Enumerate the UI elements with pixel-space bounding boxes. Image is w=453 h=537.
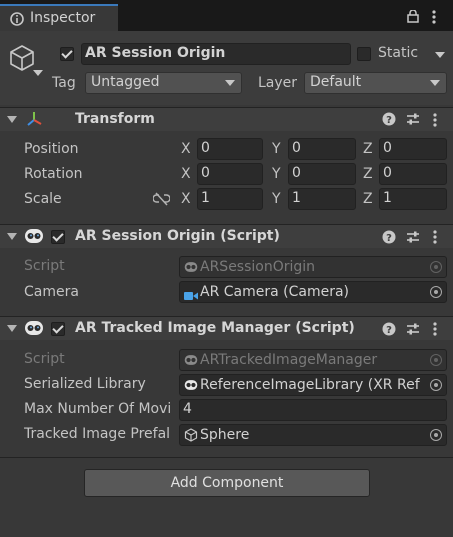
static-dropdown-icon[interactable] <box>435 52 445 58</box>
position-y-label[interactable]: Y <box>272 141 281 157</box>
library-asset-icon <box>184 378 198 395</box>
image-manager-help-icon[interactable]: ? <box>382 322 396 340</box>
rotation-label: Rotation <box>24 166 83 182</box>
tag-dropdown[interactable]: Untagged <box>85 72 242 94</box>
kebab-menu-icon[interactable] <box>432 10 436 28</box>
position-y-field[interactable]: 0 <box>288 138 356 160</box>
position-z-label[interactable]: Z <box>363 141 373 157</box>
tab-inspector[interactable]: Inspector <box>0 4 118 31</box>
image-manager-title: AR Tracked Image Manager (Script) <box>75 320 355 336</box>
gameobject-name-field[interactable]: AR Session Origin <box>81 43 351 65</box>
max-moving-images-field[interactable]: 4 <box>179 399 447 421</box>
scale-z-field[interactable]: 1 <box>379 188 447 210</box>
rotation-z-field[interactable]: 0 <box>379 163 447 185</box>
tab-title: Inspector <box>30 10 96 26</box>
image-manager-foldout-icon[interactable] <box>7 325 17 332</box>
position-z-field[interactable]: 0 <box>379 138 447 160</box>
image-manager-enabled-toggle[interactable] <box>51 322 65 336</box>
icon-dropdown-icon[interactable] <box>33 70 43 76</box>
rotation-x-label[interactable]: X <box>181 166 191 182</box>
script-file-icon <box>184 260 198 277</box>
lock-icon[interactable] <box>407 9 419 27</box>
camera-value: AR Camera (Camera) <box>200 284 350 300</box>
rotation-z-label[interactable]: Z <box>363 166 373 182</box>
scale-z-label[interactable]: Z <box>363 191 373 207</box>
inspector-icon <box>10 12 24 26</box>
help-icon[interactable]: ? <box>382 112 396 130</box>
tracked-image-prefab-picker-icon[interactable] <box>430 429 442 441</box>
image-manager-script-label: Script <box>24 351 65 367</box>
position-x-label[interactable]: X <box>181 141 191 157</box>
session-script-label: Script <box>24 258 65 274</box>
transform-title: Transform <box>75 111 155 127</box>
max-moving-images-label: Max Number Of Movi <box>24 401 172 417</box>
component-menu-icon[interactable] <box>433 113 437 131</box>
tag-label: Tag <box>52 75 76 91</box>
rotation-y-field[interactable]: 0 <box>288 163 356 185</box>
image-manager-preset-icon[interactable] <box>406 322 420 340</box>
session-origin-help-icon[interactable]: ? <box>382 230 396 248</box>
session-script-picker-icon <box>430 261 442 273</box>
serialized-library-picker-icon[interactable] <box>430 379 442 391</box>
image-manager-script-picker-icon <box>430 354 442 366</box>
layer-label: Layer <box>258 75 298 91</box>
session-script-value: ARSessionOrigin <box>200 259 316 275</box>
gameobject-cube-icon[interactable] <box>8 44 36 76</box>
serialized-library-value: ReferenceImageLibrary (XR Ref <box>200 377 420 393</box>
session-origin-title: AR Session Origin (Script) <box>75 228 280 244</box>
rotation-x-field[interactable]: 0 <box>197 163 263 185</box>
add-component-button[interactable]: Add Component <box>84 469 370 497</box>
session-script-field: ARSessionOrigin <box>179 256 447 278</box>
session-origin-preset-icon[interactable] <box>406 230 420 248</box>
camera-picker-icon[interactable] <box>430 286 442 298</box>
serialized-library-field[interactable]: ReferenceImageLibrary (XR Ref <box>179 374 447 396</box>
rotation-y-label[interactable]: Y <box>272 166 281 182</box>
position-x-field[interactable]: 0 <box>197 138 263 160</box>
transform-header[interactable]: Transform ? <box>0 107 453 131</box>
unlink-scale-icon[interactable] <box>152 192 171 210</box>
tracked-image-prefab-field[interactable]: Sphere <box>179 424 447 446</box>
scale-x-label[interactable]: X <box>181 191 191 207</box>
session-origin-menu-icon[interactable] <box>433 230 437 248</box>
camera-field[interactable]: AR Camera (Camera) <box>179 281 447 303</box>
layer-dropdown[interactable]: Default <box>304 72 447 94</box>
image-manager-header[interactable]: AR Tracked Image Manager (Script) ? <box>0 316 453 340</box>
image-manager-script-field: ARTrackedImageManager <box>179 349 447 371</box>
static-label: Static <box>378 45 419 61</box>
transform-foldout-icon[interactable] <box>7 116 17 123</box>
svg-text:?: ? <box>386 325 392 336</box>
image-manager-script-file-icon <box>184 353 198 370</box>
components-end-divider <box>0 457 453 458</box>
active-toggle[interactable] <box>60 47 74 61</box>
image-manager-menu-icon[interactable] <box>433 322 437 340</box>
session-origin-enabled-toggle[interactable] <box>51 230 65 244</box>
camera-icon <box>184 287 198 302</box>
preset-icon[interactable] <box>406 112 420 130</box>
scale-y-label[interactable]: Y <box>272 191 281 207</box>
static-toggle[interactable] <box>357 47 371 61</box>
prefab-cube-icon <box>184 428 198 445</box>
scale-y-field[interactable]: 1 <box>288 188 356 210</box>
scale-x-field[interactable]: 1 <box>197 188 263 210</box>
svg-text:?: ? <box>386 115 392 126</box>
script-component-icon <box>24 228 44 248</box>
tag-chevron-down-icon <box>225 80 235 86</box>
transform-axes-icon <box>25 110 43 132</box>
tracked-image-prefab-label: Tracked Image Prefal <box>24 426 171 442</box>
position-label: Position <box>24 141 79 157</box>
camera-label: Camera <box>24 284 79 300</box>
scale-label: Scale <box>24 191 62 207</box>
image-manager-script-value: ARTrackedImageManager <box>200 352 378 368</box>
svg-text:?: ? <box>386 233 392 244</box>
image-manager-script-icon <box>24 320 44 340</box>
layer-chevron-down-icon <box>430 80 440 86</box>
tag-value: Untagged <box>91 74 160 90</box>
tracked-image-prefab-value: Sphere <box>200 427 250 443</box>
session-origin-foldout-icon[interactable] <box>7 233 17 240</box>
layer-value: Default <box>310 74 362 90</box>
serialized-library-label: Serialized Library <box>24 376 146 392</box>
session-origin-header[interactable]: AR Session Origin (Script) ? <box>0 224 453 248</box>
